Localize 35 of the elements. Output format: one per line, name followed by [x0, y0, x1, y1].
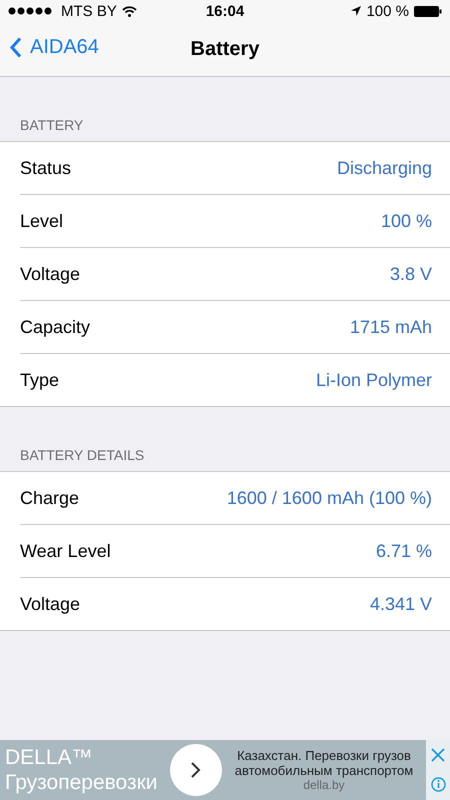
chevron-icon [191, 762, 201, 778]
row-label: Charge [20, 488, 80, 508]
section-header: BATTERY DETAILS [19, 446, 146, 465]
row-label: Status [20, 158, 72, 178]
ad-arrow-button[interactable] [170, 744, 222, 796]
back-button[interactable]: AIDA64 [8, 34, 101, 61]
info-icon[interactable] [430, 777, 446, 792]
row-label: Type [20, 370, 60, 390]
battery-icon [414, 6, 442, 16]
ad-domain: della.by [302, 778, 346, 792]
row-label: Voltage [20, 594, 80, 614]
ad-brand: DELLA™ [5, 745, 94, 770]
clock: 16:04 [206, 2, 244, 20]
wifi-icon [122, 6, 137, 16]
row-value: 3.8 V [390, 264, 432, 284]
row-label: Capacity [20, 316, 90, 338]
close-icon[interactable] [431, 748, 445, 762]
row-value: Discharging [336, 158, 432, 178]
row-value: 100 % [380, 210, 432, 232]
row-value: 1600 / 1600 mAh (100 %) [226, 488, 432, 508]
carrier-name: MTS BY [61, 2, 117, 20]
section-header: BATTERY [19, 116, 84, 135]
location-arrow-icon [351, 6, 362, 16]
row-value: 1715 mAh [350, 316, 432, 338]
row-value: 4.341 V [370, 594, 432, 614]
row-value: 6.71 % [376, 540, 432, 562]
row-label: Voltage [20, 264, 80, 284]
ad-tagline: Грузоперевозки [5, 770, 159, 795]
battery-percent: 100 % [366, 2, 409, 20]
row-label: Wear Level [20, 540, 111, 562]
chevron-icon [10, 37, 22, 58]
ad-text: Казахстан. Перевозки грузов автомобильным транспортом [234, 748, 414, 778]
row-value: Li-Ion Polymer [316, 370, 432, 390]
screen-title: Battery [190, 38, 260, 60]
row-label: Level [20, 210, 64, 232]
